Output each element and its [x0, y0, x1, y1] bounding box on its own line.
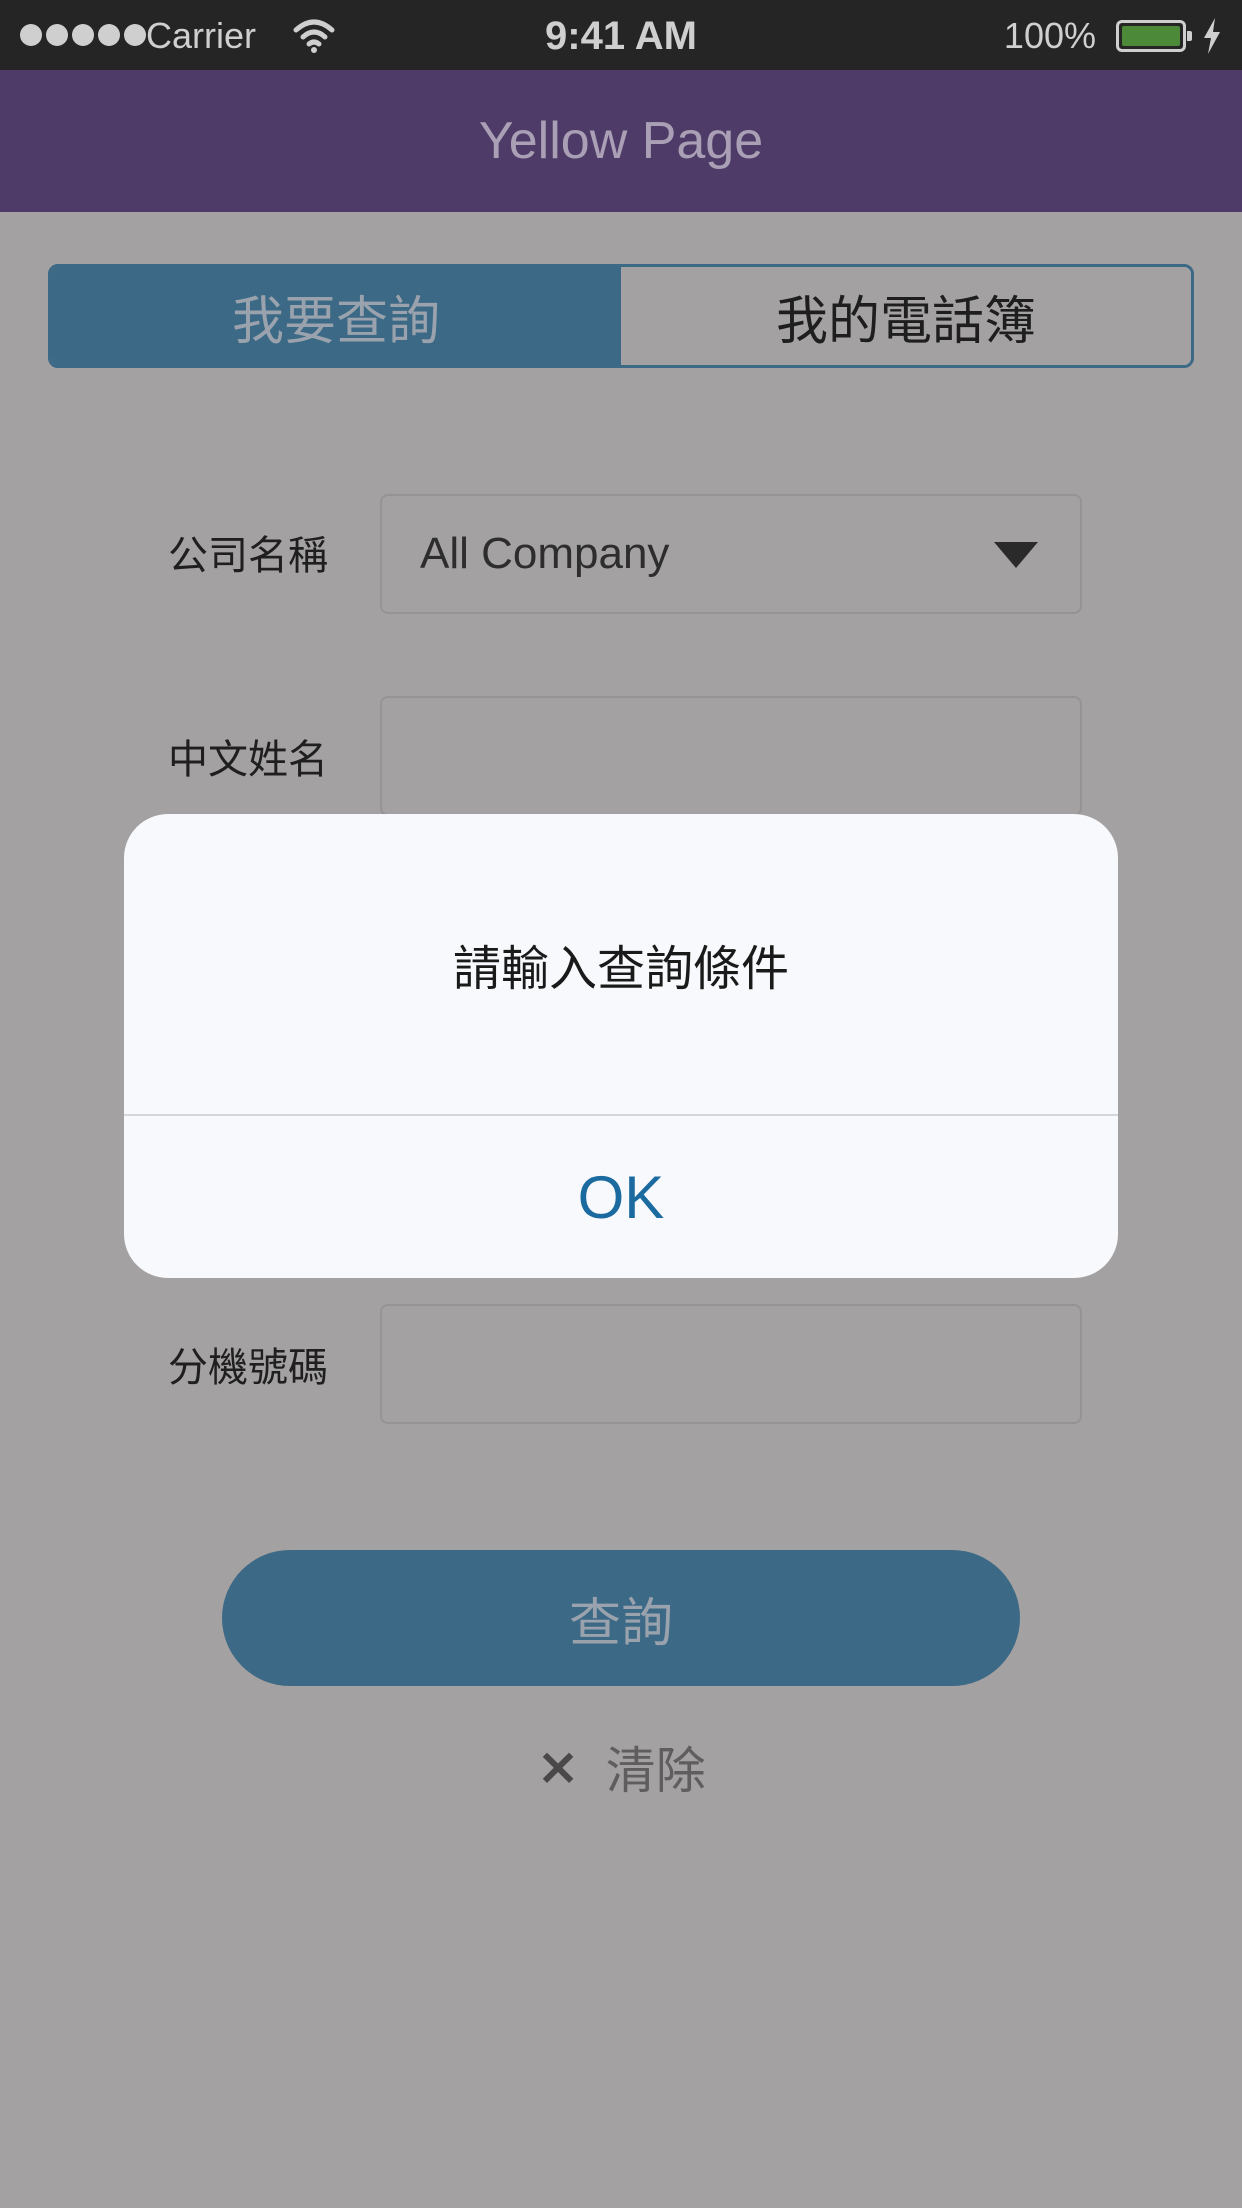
clear-label: 清除 [605, 1742, 706, 1800]
clear-button[interactable]: × 清除 [0, 1732, 1242, 1802]
extension-label: 分機號碼 [168, 1345, 328, 1391]
extension-input[interactable] [380, 1304, 1082, 1424]
tab-phonebook[interactable]: 我的電話簿 [621, 267, 1191, 365]
tab-search[interactable]: 我要查詢 [51, 267, 621, 365]
alert-message: 請輸入查詢條件 [452, 941, 789, 997]
chinese-name-input[interactable] [380, 696, 1082, 816]
company-select[interactable]: All Company [380, 494, 1082, 614]
alert-dialog: 請輸入查詢條件 OK [124, 814, 1118, 1278]
company-select-value: All Company [420, 529, 670, 578]
battery-percentage: 100% [1003, 15, 1096, 56]
segmented-control: 我要查詢 我的電話簿 [48, 264, 1194, 368]
close-icon: × [536, 1737, 580, 1797]
charging-bolt-icon [1204, 18, 1220, 54]
status-bar: Carrier 9:41 AM 100% [0, 0, 1242, 70]
page-title: Yellow Page [478, 112, 764, 170]
battery-icon [1116, 20, 1192, 52]
search-button[interactable]: 查詢 [222, 1550, 1020, 1686]
company-label: 公司名稱 [168, 533, 328, 579]
ok-button[interactable]: OK [124, 1116, 1118, 1278]
navigation-bar: Yellow Page [0, 70, 1242, 212]
chinese-name-label: 中文姓名 [168, 737, 328, 783]
dropdown-arrow-icon [994, 542, 1038, 568]
